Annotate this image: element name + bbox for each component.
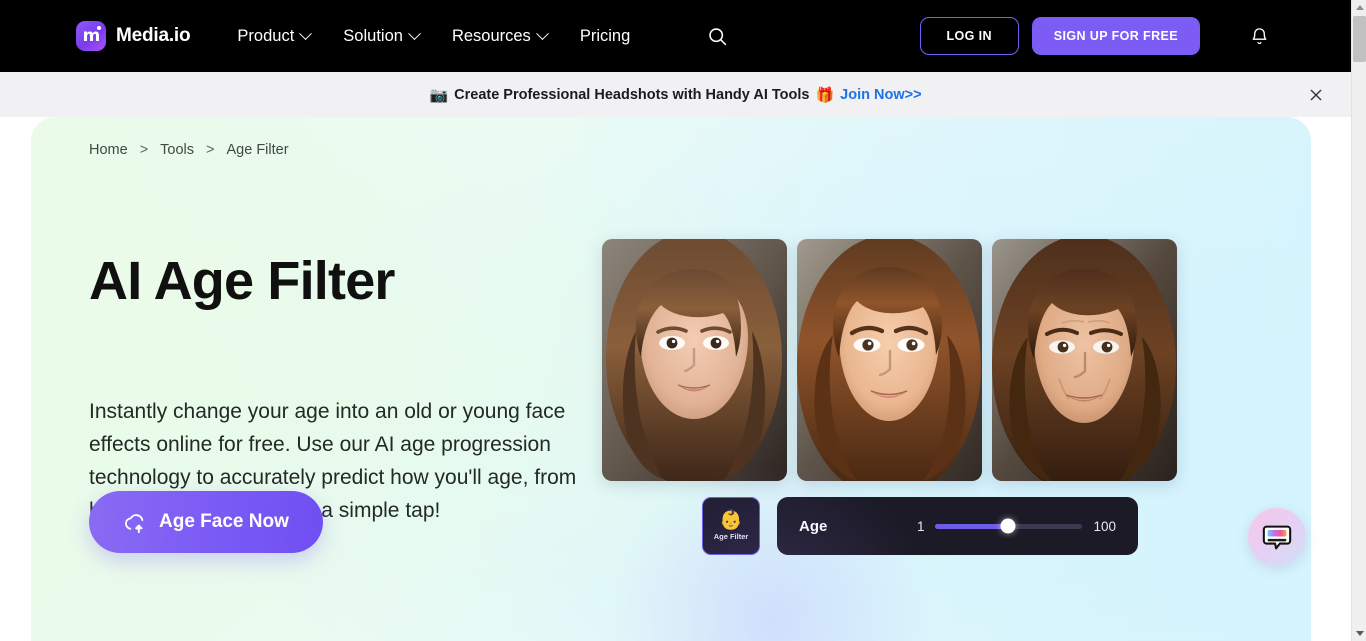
- breadcrumb-separator: >: [139, 142, 149, 158]
- page-title: AI Age Filter: [89, 251, 395, 311]
- signup-button[interactable]: SIGN UP FOR FREE: [1031, 17, 1200, 55]
- promo-message: Create Professional Headshots with Handy…: [454, 86, 810, 103]
- media-io-logo-icon: m: [76, 21, 106, 51]
- chevron-down-icon: [408, 26, 421, 40]
- age-slider-panel: Age 1 100: [777, 497, 1138, 555]
- age-filter-tile[interactable]: 👶 Age Filter: [702, 497, 760, 555]
- login-button[interactable]: LOG IN: [919, 17, 1019, 55]
- gallery-photo-young-adult: [797, 239, 982, 481]
- age-slider-label: Age: [799, 517, 828, 535]
- nav-item-resources[interactable]: Resources: [451, 26, 549, 46]
- gallery-photo-child: [602, 239, 787, 481]
- breadcrumb-separator: >: [206, 142, 215, 158]
- breadcrumb: Home > Tools > Age Filter: [89, 142, 289, 158]
- nav-item-label: Product: [237, 26, 295, 45]
- nav-item-solution[interactable]: Solution: [343, 26, 421, 46]
- baby-icon: 👶: [719, 509, 743, 531]
- nav-links: Product Solution Resources Pricing: [237, 23, 730, 49]
- cloud-upload-icon: [123, 512, 148, 533]
- camera-icon: 📷: [429, 85, 449, 104]
- logo-glyph: m: [82, 25, 101, 46]
- gift-icon: 🎁: [815, 85, 835, 104]
- close-icon[interactable]: [1305, 84, 1327, 106]
- nav-item-pricing[interactable]: Pricing: [580, 27, 630, 46]
- scroll-up-arrow-icon[interactable]: [1352, 0, 1366, 15]
- age-progression-gallery: [602, 239, 1177, 481]
- age-slider-track[interactable]: [934, 518, 1083, 534]
- age-slider-thumb[interactable]: [1000, 518, 1016, 534]
- scroll-down-arrow-icon[interactable]: [1352, 626, 1366, 641]
- nav-item-label: Pricing: [579, 26, 631, 45]
- logo-dot: [97, 26, 101, 30]
- brand-logo[interactable]: m Media.io: [76, 21, 191, 51]
- promo-banner: 📷 Create Professional Headshots with Han…: [0, 72, 1351, 117]
- top-navigation-bar: m Media.io Product Solution Resources Pr…: [0, 0, 1351, 72]
- search-icon[interactable]: [704, 23, 730, 49]
- chevron-down-icon: [535, 26, 549, 40]
- gallery-photo-middle-aged: [992, 239, 1177, 481]
- filter-control-row: 👶 Age Filter Age 1 100: [702, 497, 1138, 555]
- nav-item-label: Resources: [451, 26, 531, 45]
- brand-name: Media.io: [116, 25, 191, 46]
- hero-section: Home > Tools > Age Filter AI Age Filter …: [31, 117, 1311, 641]
- nav-actions: LOG IN SIGN UP FOR FREE: [919, 0, 1271, 72]
- age-face-now-label: Age Face Now: [159, 511, 289, 532]
- age-slider-max-value: 100: [1093, 518, 1116, 534]
- chat-bubble-icon[interactable]: [1248, 508, 1306, 566]
- promo-banner-text: 📷 Create Professional Headshots with Han…: [429, 86, 921, 104]
- age-slider-fill: [934, 523, 1009, 529]
- age-slider-min-value: 1: [917, 518, 925, 534]
- notification-bell-icon[interactable]: [1247, 24, 1271, 48]
- breadcrumb-item-age-filter: Age Filter: [226, 142, 289, 158]
- breadcrumb-item-home[interactable]: Home: [89, 142, 128, 158]
- age-filter-tile-label: Age Filter: [713, 532, 749, 541]
- page-root: m Media.io Product Solution Resources Pr…: [0, 0, 1366, 641]
- chevron-down-icon: [299, 26, 313, 40]
- nav-item-product[interactable]: Product: [237, 26, 313, 46]
- promo-join-now-link[interactable]: Join Now>>: [840, 87, 921, 103]
- breadcrumb-item-tools[interactable]: Tools: [160, 142, 194, 158]
- age-face-now-button[interactable]: Age Face Now: [89, 491, 323, 553]
- nav-item-label: Solution: [343, 26, 403, 45]
- scrollbar-thumb[interactable]: [1353, 16, 1366, 62]
- page-scrollbar[interactable]: [1351, 0, 1366, 641]
